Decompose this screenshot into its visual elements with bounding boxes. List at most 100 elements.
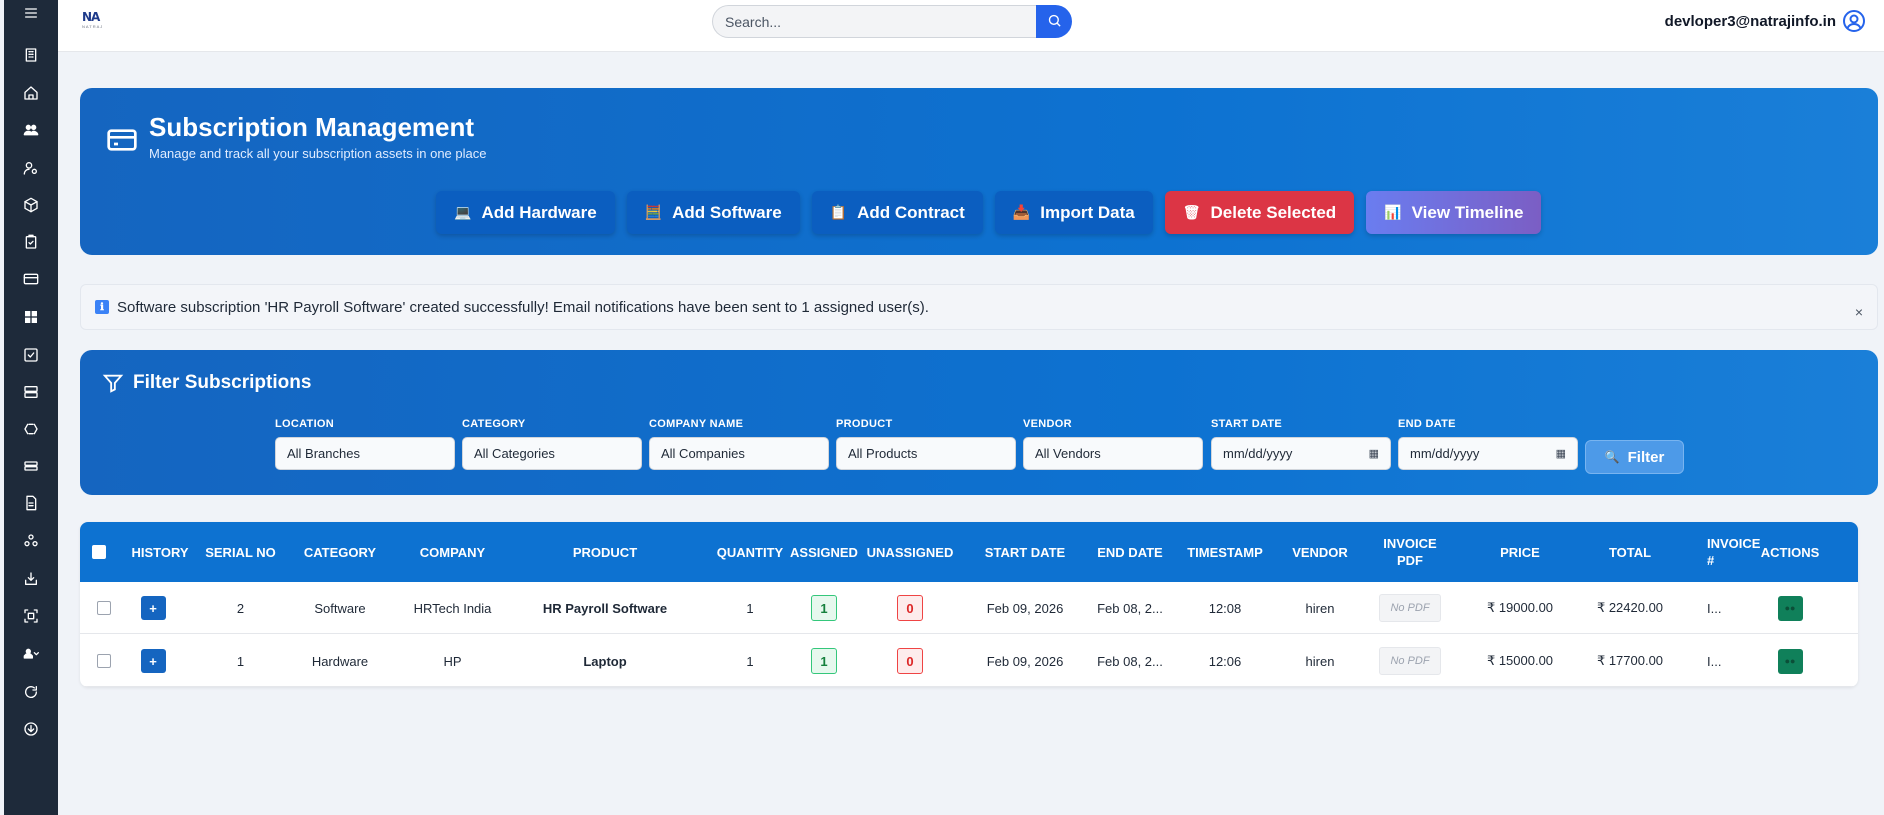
product: HR Payroll Software: [542, 600, 668, 616]
add-hardware-button[interactable]: 💻 Add Hardware: [436, 191, 615, 234]
column-header[interactable]: PRODUCT: [550, 522, 660, 582]
users-icon[interactable]: [4, 118, 58, 142]
credit-card-icon[interactable]: [4, 267, 58, 291]
add-software-button[interactable]: 🧮 Add Software: [626, 191, 800, 234]
column-header[interactable]: INVOICE #: [1707, 522, 1760, 582]
people-dropdown-icon[interactable]: [4, 642, 58, 666]
home-icon[interactable]: [4, 81, 58, 105]
inbox-icon: 📥: [1012, 204, 1031, 220]
location-filter: LOCATION All Branches: [275, 418, 455, 470]
column-header[interactable]: HISTORY: [130, 522, 190, 582]
users-icon: ●●: [1777, 648, 1803, 674]
view-timeline-button[interactable]: 📊 View Timeline: [1366, 191, 1542, 234]
box-icon[interactable]: [4, 193, 58, 217]
unassigned-badge[interactable]: 0: [860, 635, 960, 687]
menu-icon[interactable]: [4, 1, 58, 25]
company-select[interactable]: All Companies: [649, 437, 829, 470]
column-header[interactable]: COMPANY: [400, 522, 505, 582]
import-data-button[interactable]: 📥 Import Data: [994, 191, 1153, 234]
end-date-filter: END DATE mm/dd/yyyy ▦: [1398, 418, 1578, 470]
actions-button[interactable]: ●●: [1770, 635, 1810, 687]
storage-icon[interactable]: [4, 454, 58, 478]
dashboard-icon[interactable]: [4, 305, 58, 329]
add-contract-button[interactable]: 📋 Add Contract: [811, 191, 983, 234]
vendor: hiren: [1305, 600, 1335, 616]
invoice-pdf: No PDF: [1370, 635, 1450, 687]
serial-no: 2: [236, 600, 245, 616]
total: ₹ 22420.00: [1596, 600, 1664, 615]
user-avatar-icon[interactable]: [1842, 9, 1866, 33]
cluster-icon[interactable]: [4, 529, 58, 553]
calendar-icon[interactable]: ▦: [1556, 447, 1566, 460]
building-icon[interactable]: [4, 43, 58, 67]
table-row: + 2 Software HRTech India HR Payroll Sof…: [80, 582, 1858, 634]
column-header[interactable]: ACTIONS: [1755, 522, 1825, 582]
column-header[interactable]: CATEGORY: [290, 522, 390, 582]
filter-button[interactable]: 🔍 Filter: [1585, 440, 1684, 474]
user-email[interactable]: devloper3@natrajinfo.in: [1665, 13, 1836, 30]
column-header[interactable]: SERIAL NO: [198, 522, 283, 582]
column-header[interactable]: TOTAL: [1590, 522, 1670, 582]
credit-card-icon: [106, 124, 138, 156]
column-header[interactable]: PRICE: [1485, 522, 1555, 582]
close-icon[interactable]: ×: [1855, 304, 1863, 320]
timestamp: 12:08: [1208, 600, 1242, 616]
action-buttons: 💻 Add Hardware 🧮 Add Software 📋 Add Contrac…: [436, 191, 1542, 234]
info-icon: ℹ: [95, 300, 109, 314]
search-button[interactable]: [1036, 5, 1072, 38]
history-button[interactable]: +: [133, 582, 173, 634]
server-icon[interactable]: [4, 380, 58, 404]
recycle-icon[interactable]: [4, 417, 58, 441]
refresh-icon[interactable]: [4, 680, 58, 704]
filter-icon: [102, 372, 124, 394]
end-date-input[interactable]: mm/dd/yyyy ▦: [1398, 437, 1578, 470]
column-header[interactable]: VENDOR: [1285, 522, 1355, 582]
column-header[interactable]: START DATE: [980, 522, 1070, 582]
assigned-badge[interactable]: 1: [788, 635, 860, 687]
table-header: HISTORY SERIAL NO CATEGORY COMPANY PRODU…: [80, 522, 1858, 582]
column-header[interactable]: ASSIGNED: [788, 522, 860, 582]
calculator-icon: 🧮: [644, 204, 663, 220]
end-date: Feb 08, 2...: [1097, 600, 1163, 616]
user-settings-icon[interactable]: [4, 156, 58, 180]
filter-title: Filter Subscriptions: [133, 372, 312, 393]
column-header[interactable]: TIMESTAMP: [1180, 522, 1270, 582]
column-header[interactable]: END DATE: [1090, 522, 1170, 582]
row-checkbox[interactable]: [97, 582, 117, 634]
page-title: Subscription Management: [149, 112, 475, 142]
start-date-input[interactable]: mm/dd/yyyy ▦: [1211, 437, 1391, 470]
table-row: + 1 Hardware HP Laptop 1 1 0 Feb 09, 202…: [80, 635, 1858, 687]
success-alert: ℹ Software subscription 'HR Payroll Soft…: [80, 284, 1878, 330]
history-button[interactable]: +: [133, 635, 173, 687]
document-icon[interactable]: [4, 491, 58, 515]
delete-selected-button[interactable]: 🗑 Delete Selected: [1164, 191, 1355, 234]
category: Hardware: [311, 653, 369, 669]
assigned-badge[interactable]: 1: [788, 582, 860, 634]
row-checkbox[interactable]: [97, 635, 117, 687]
checkbox-icon[interactable]: [4, 343, 58, 367]
column-header[interactable]: INVOICE PDF: [1380, 522, 1440, 582]
vendor-select[interactable]: All Vendors: [1023, 437, 1203, 470]
column-header[interactable]: QUANTITY: [713, 522, 787, 582]
select-all-checkbox[interactable]: [92, 522, 112, 582]
search-input[interactable]: [712, 5, 1036, 38]
product-select[interactable]: All Products: [836, 437, 1016, 470]
unassigned-badge[interactable]: 0: [860, 582, 960, 634]
filter-panel: Filter Subscriptions LOCATION All Branch…: [80, 350, 1878, 495]
calendar-icon[interactable]: ▦: [1369, 447, 1379, 460]
category: Software: [314, 600, 366, 616]
category-filter: CATEGORY All Categories: [462, 418, 642, 470]
download-circle-icon[interactable]: [4, 717, 58, 741]
actions-button[interactable]: ●●: [1770, 582, 1810, 634]
timestamp: 12:06: [1208, 653, 1242, 669]
download-tray-icon[interactable]: [4, 567, 58, 591]
price: ₹ 15000.00: [1486, 653, 1554, 668]
location-select[interactable]: All Branches: [275, 437, 455, 470]
scan-icon[interactable]: [4, 604, 58, 628]
category-select[interactable]: All Categories: [462, 437, 642, 470]
company-logo[interactable]: NA NATRAJ: [82, 10, 112, 36]
quantity: 1: [746, 653, 754, 669]
clipboard-icon: 📋: [829, 204, 848, 220]
column-header[interactable]: UNASSIGNED: [860, 522, 960, 582]
clipboard-icon[interactable]: [4, 230, 58, 254]
